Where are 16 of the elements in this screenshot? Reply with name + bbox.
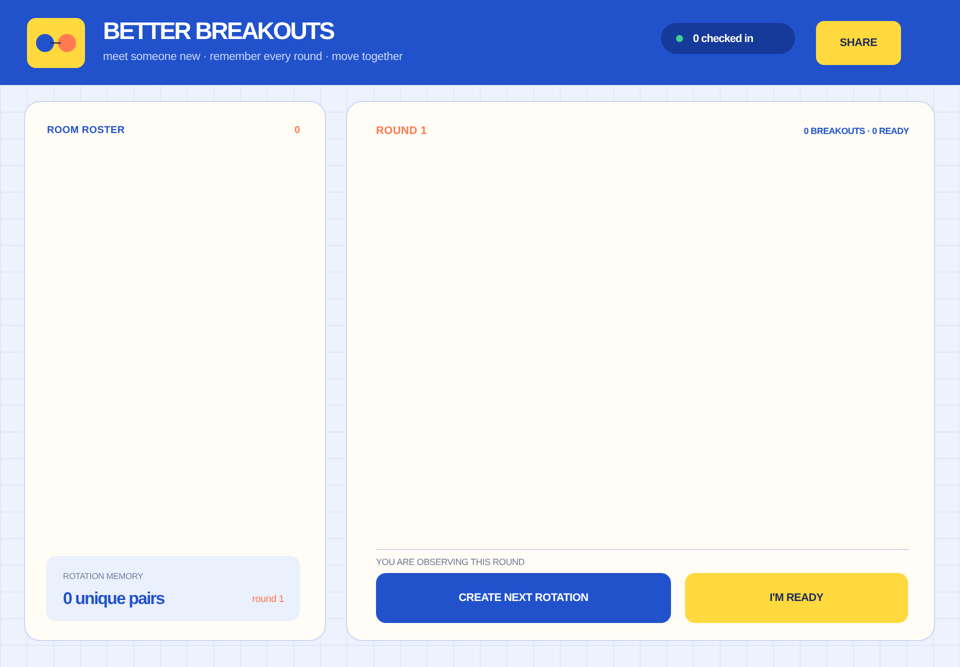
action-button[interactable]: CREATE NEXT ROTATION xyxy=(376,573,671,623)
app-title: BETTER BREAKOUTS xyxy=(103,18,334,46)
checked-in-count: 0 checked in xyxy=(693,32,754,44)
share-button[interactable]: SHARE xyxy=(816,20,901,64)
roster-count: 0 xyxy=(294,124,300,138)
memory-label: ROTATION MEMORY xyxy=(63,571,144,582)
tagline: meet someone new · remember every round · move together xyxy=(103,50,403,64)
logo-icon xyxy=(27,18,85,68)
observer-status: YOU ARE OBSERVING THIS ROUND xyxy=(376,556,525,568)
unique-pairs-count: 0 unique pairs xyxy=(63,588,164,610)
status-dot-icon xyxy=(676,35,683,42)
round-summary: 0 BREAKOUTS · 0 READY xyxy=(804,126,909,136)
round-title: ROUND 1 xyxy=(376,124,427,138)
roster-title: ROOM ROSTER xyxy=(47,124,125,138)
action-button[interactable]: I'M READY xyxy=(685,573,908,623)
memory-round: round 1 xyxy=(252,594,284,604)
